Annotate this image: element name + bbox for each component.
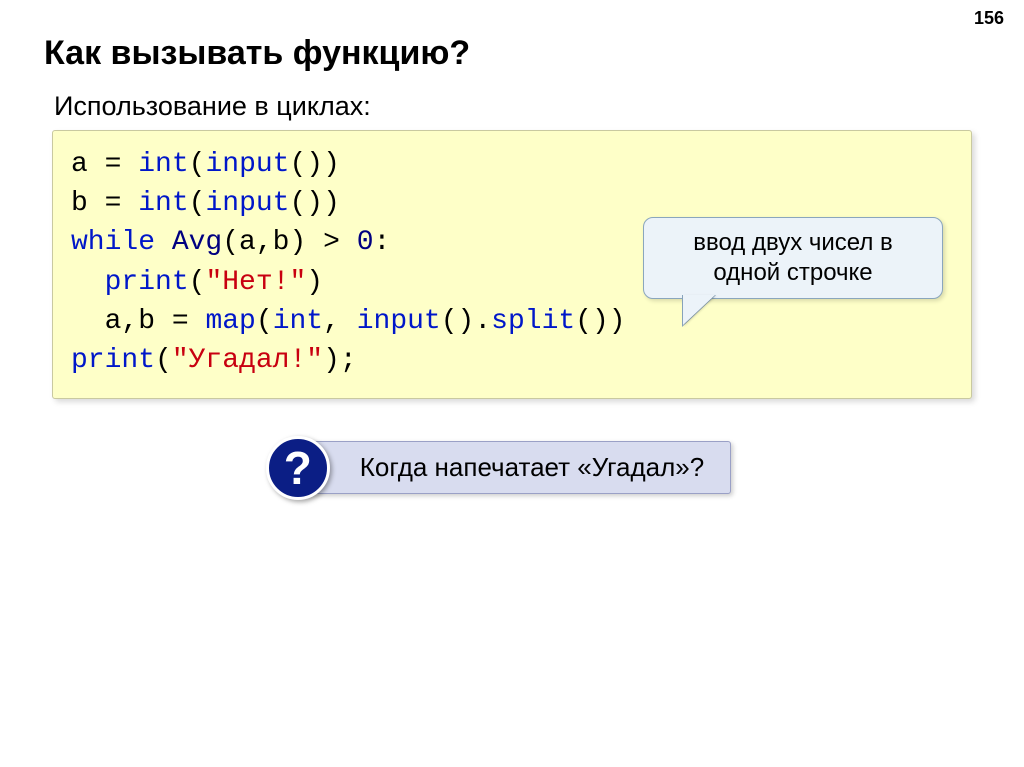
question-badge: ? (266, 436, 330, 500)
code-token: a (71, 149, 88, 180)
callout-line: ввод двух чисел в (658, 228, 928, 258)
code-token (155, 227, 172, 258)
code-token: ( (189, 149, 206, 180)
question-row: ? Когда напечатает «Угадал»? (44, 441, 980, 494)
callout-bubble: ввод двух чисел в одной строчке (643, 217, 943, 299)
code-token (71, 306, 105, 337)
code-token: , (323, 306, 357, 337)
code-token: ) (306, 267, 323, 298)
code-token: "Нет!" (205, 267, 306, 298)
code-token: ()) (289, 149, 339, 180)
code-token: int (138, 149, 188, 180)
question-mark-icon: ? (284, 445, 312, 491)
code-token: ()) (289, 188, 339, 219)
code-token: ( (256, 306, 273, 337)
code-token: > (306, 227, 356, 258)
code-token: = (88, 188, 138, 219)
question-text: Когда напечатает «Угадал»? (360, 452, 704, 482)
slide-subtitle: Использование в циклах: (54, 91, 980, 122)
code-token: ()) (575, 306, 625, 337)
code-token: = (88, 149, 138, 180)
code-token: map (205, 306, 255, 337)
callout-tail (683, 295, 715, 325)
code-block: a = int(input()) b = int(input()) while … (52, 130, 972, 399)
code-token: print (71, 345, 155, 376)
code-token: int (138, 188, 188, 219)
code-token: (a,b) (222, 227, 306, 258)
code-token: ( (189, 267, 206, 298)
page-number: 156 (974, 8, 1004, 29)
code-token (71, 267, 105, 298)
code-token: input (357, 306, 441, 337)
code-token: "Угадал!" (172, 345, 323, 376)
code-token: b (71, 188, 88, 219)
code-token: ( (189, 188, 206, 219)
code-line: a = int(input()) (71, 145, 953, 184)
code-token: Avg (172, 227, 222, 258)
code-token: : (374, 227, 391, 258)
question-box: ? Когда напечатает «Угадал»? (293, 441, 731, 494)
code-token: int (273, 306, 323, 337)
code-token: ( (155, 345, 172, 376)
callout-line: одной строчке (658, 258, 928, 288)
code-token: while (71, 227, 155, 258)
code-line: print("Угадал!"); (71, 341, 953, 380)
code-token: print (105, 267, 189, 298)
code-token: input (205, 149, 289, 180)
code-token: = (155, 306, 205, 337)
code-token: split (491, 306, 575, 337)
code-line: a,b = map(int, input().split()) (71, 302, 953, 341)
code-token: input (205, 188, 289, 219)
code-token: (). (441, 306, 491, 337)
code-token: ); (323, 345, 357, 376)
code-token: 0 (357, 227, 374, 258)
slide-title: Как вызывать функцию? (44, 34, 980, 73)
code-token: a,b (105, 306, 155, 337)
callout: ввод двух чисел в одной строчке (643, 217, 943, 299)
